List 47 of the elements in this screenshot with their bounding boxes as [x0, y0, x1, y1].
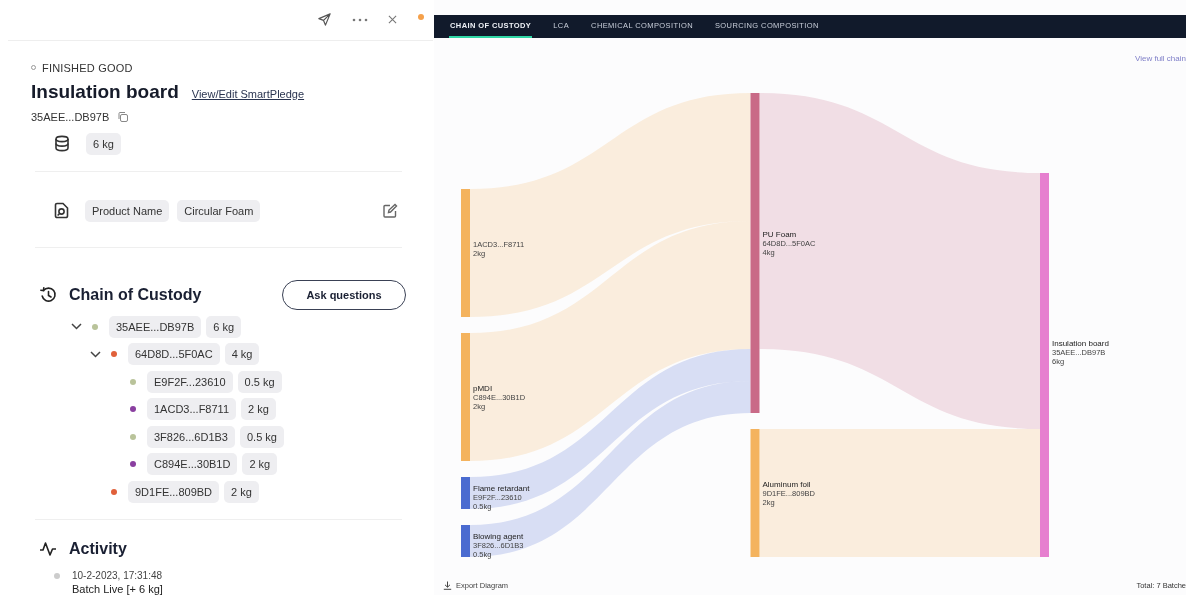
node-name: Insulation board — [1052, 338, 1109, 348]
section-title: Chain of Custody — [69, 285, 202, 304]
batch-id-tag[interactable]: 1ACD3...F8711 — [147, 398, 236, 421]
node-name: Aluminum foil — [762, 479, 811, 489]
weight-tag: 2 kg — [241, 398, 276, 421]
view-chain-link[interactable]: View full chain — [1135, 54, 1186, 66]
download-icon — [443, 581, 452, 590]
node-name: pMDI — [473, 383, 493, 393]
weight-tag: 2 kg — [224, 480, 259, 503]
close-icon[interactable] — [388, 15, 397, 25]
weight-tag: 0.5 kg — [237, 370, 282, 393]
copy-icon — [117, 110, 130, 123]
product-title: Insulation board — [31, 80, 179, 103]
batch-id-tag[interactable]: C894E...30B1D — [147, 453, 238, 476]
node-name: Blowing agent — [473, 532, 524, 542]
batch-id-tag[interactable]: 3F826...6D1B3 — [147, 425, 235, 448]
category-label: FINISHED GOOD — [42, 61, 133, 74]
weight-tag: 6 kg — [86, 132, 121, 155]
notification-dot — [418, 14, 424, 20]
send-icon[interactable] — [317, 12, 332, 28]
database-icon — [54, 135, 70, 152]
batch-id-tag[interactable]: 64D8D...5F0AC — [128, 343, 220, 366]
field-tag: Circular Foam — [177, 199, 261, 222]
activity-icon — [39, 541, 57, 557]
batch-id-tag[interactable]: E9F2F...23610 — [147, 370, 233, 393]
chevron-icon[interactable] — [70, 323, 82, 331]
node-name: PU Foam — [762, 230, 797, 239]
ask-questions-button[interactable]: Ask questions — [282, 279, 406, 310]
batch-id-tag[interactable]: 9D1FE...809BD — [128, 480, 220, 503]
product-id: 35AEE...DB97B — [31, 110, 110, 123]
event-time: 10-2-2023, 17:31:48 — [72, 570, 163, 581]
history-icon — [39, 285, 57, 304]
weight-tag: 0.5 kg — [240, 425, 284, 448]
node-name: Flame retardant — [473, 484, 530, 494]
weight-tag: 2 kg — [242, 453, 278, 476]
edit-icon[interactable] — [382, 202, 398, 219]
weight-tag: 4 kg — [224, 343, 260, 366]
edit-link[interactable]: View/Edit SmartPledge — [191, 87, 305, 100]
more-icon[interactable] — [352, 17, 368, 22]
field-tag: Product Name — [85, 199, 170, 222]
timeline-dot — [54, 573, 60, 579]
batch-id-tag[interactable]: 35AEE...DB97B — [109, 315, 202, 338]
event-text: Batch Live [+ 6 kg] — [72, 583, 163, 595]
section-title: Activity — [69, 540, 127, 558]
weight-tag: 6 kg — [206, 315, 242, 338]
chevron-icon[interactable] — [89, 350, 101, 358]
document-search-icon — [54, 202, 69, 219]
